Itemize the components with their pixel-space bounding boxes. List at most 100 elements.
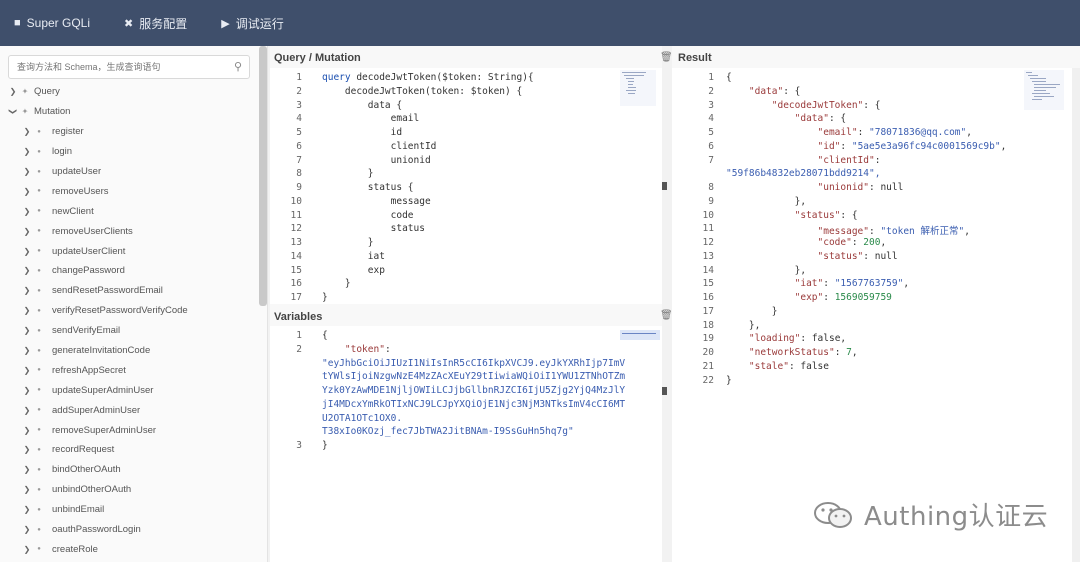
mutation-list: ❯ ● register ❯ ● login ❯ ● updateUser ❯ ● removeUse… xyxy=(0,122,258,560)
tree-item-updateUserClient[interactable]: ❯ ● updateUserClient xyxy=(0,241,258,261)
code-line: status xyxy=(322,223,425,235)
query-trash-icon[interactable]: 🗑 xyxy=(660,52,673,63)
tree-item-updateSuperAdminUser[interactable]: ❯ ● updateSuperAdminUser xyxy=(0,380,258,400)
tree-item-label: verifyResetPasswordVerifyCode xyxy=(52,305,188,317)
pane-divider-handle[interactable] xyxy=(662,387,667,395)
chevron-right-icon: ❯ xyxy=(23,485,31,495)
dot-icon: ● xyxy=(37,228,41,235)
pin-icon: ✦ xyxy=(21,87,29,97)
tree-item-createRole[interactable]: ❯ ● createRole xyxy=(0,539,258,559)
sidebar-scrollbar[interactable] xyxy=(259,46,267,306)
code-line: "id": "5ae5e3a96fc94c0001569c9b", xyxy=(817,140,1007,152)
nav-debug-run[interactable]: ▶ 调试运行 xyxy=(201,0,297,46)
code-line: } xyxy=(726,305,778,317)
line-number: 4 xyxy=(708,113,714,125)
result-pane: Result 1 2 3 4 5 6 7 8 9 10 11 12 13 14 15 16 17 18 19 20 21… xyxy=(672,46,1080,562)
line-number: 17 xyxy=(702,305,714,317)
dot-icon: ● xyxy=(37,267,41,274)
tree-item-bindOtherOAuth[interactable]: ❯ ● bindOtherOAuth xyxy=(0,460,258,480)
tree-item-generateInvitationCode[interactable]: ❯ ● generateInvitationCode xyxy=(0,341,258,361)
dot-icon: ● xyxy=(37,466,41,473)
tree-root-query[interactable]: ❯ ✦ Query xyxy=(0,82,258,102)
dot-icon: ● xyxy=(37,407,41,414)
code-line: "status": { xyxy=(794,209,858,221)
code-line: "exp": 1569059759 xyxy=(794,292,892,303)
line-number: 11 xyxy=(290,209,302,221)
variables-trash-icon[interactable]: 🗑 xyxy=(660,310,673,321)
tree-item-unbindEmail[interactable]: ❯ ● unbindEmail xyxy=(0,500,258,520)
dot-icon: ● xyxy=(37,248,41,255)
chevron-right-icon: ❯ xyxy=(23,525,31,535)
tree-item-unbindOtherOAuth[interactable]: ❯ ● unbindOtherOAuth xyxy=(0,480,258,500)
line-number: 1 xyxy=(296,72,302,83)
chevron-right-icon: ❯ xyxy=(23,306,31,316)
search-icon[interactable]: ⚲ xyxy=(234,60,242,73)
tree-item-register[interactable]: ❯ ● register xyxy=(0,122,258,142)
tree-item-recordRequest[interactable]: ❯ ● recordRequest xyxy=(0,440,258,460)
nav-super-gqli-label: Super GQLi xyxy=(26,16,91,30)
line-number: 2 xyxy=(296,85,302,97)
code-line: jI4MDcxYmRkOTIxNCJ9LCJpYXQiOjE1Njc3NjM3N… xyxy=(322,398,626,410)
line-number: 3 xyxy=(296,440,302,451)
tree-item-newClient[interactable]: ❯ ● newClient xyxy=(0,201,258,221)
tree-item-verifyResetPasswordVerifyCode[interactable]: ❯ ● verifyResetPasswordVerifyCode xyxy=(0,301,258,321)
query-code: 1 2 3 4 5 6 7 8 9 10 11 12 13 14 15 16 17 query decodeJwt… xyxy=(270,72,620,303)
chevron-right-icon: ❯ xyxy=(23,365,31,375)
code-line: tYWlsIjoiNzgwNzE4MzZAcXEuY29tIiwiaWQiOiI… xyxy=(322,371,626,383)
tree-item-label: removeUsers xyxy=(52,185,109,197)
line-number: 13 xyxy=(290,237,302,248)
line-number: 18 xyxy=(702,319,714,331)
chevron-right-icon: ❯ xyxy=(23,167,31,176)
pane-divider-handle[interactable] xyxy=(662,182,667,190)
line-number: 15 xyxy=(702,278,714,290)
tree-item-oauthPasswordLogin[interactable]: ❯ ● oauthPasswordLogin xyxy=(0,520,258,540)
code-line: "loading": false, xyxy=(748,333,847,345)
code-line: "data": { xyxy=(748,85,801,97)
dot-icon: ● xyxy=(37,188,41,195)
tree-item-login[interactable]: ❯ ● login xyxy=(0,142,258,162)
tree-item-label: sendResetPasswordEmail xyxy=(52,285,163,297)
line-number: 11 xyxy=(702,223,714,235)
code-line: status { xyxy=(322,182,414,193)
code-line: "data": { xyxy=(794,113,847,125)
schema-sidebar: ⚲ ❯ ✦ Query ❯ ✦ Mutation ❯ ● register ❯ ● log… xyxy=(0,46,268,562)
nav-super-gqli[interactable]: ■ Super GQLi xyxy=(0,0,104,46)
code-line: exp xyxy=(322,264,385,276)
tree-item-refreshAppSecret[interactable]: ❯ ● refreshAppSecret xyxy=(0,360,258,380)
schema-search-input[interactable] xyxy=(9,56,219,78)
tree-root-mutation[interactable]: ❯ ✦ Mutation xyxy=(0,102,258,122)
tree-item-label: updateSuperAdminUser xyxy=(52,384,154,396)
gamepad-icon: ■ xyxy=(14,17,21,29)
tree-item-changePassword[interactable]: ❯ ● changePassword xyxy=(0,261,258,281)
result-scrollbar[interactable] xyxy=(1072,68,1080,562)
code-line: } xyxy=(322,168,374,180)
tree-item-label: unbindOtherOAuth xyxy=(52,484,132,496)
result-viewer[interactable]: 1 2 3 4 5 6 7 8 9 10 11 12 13 14 15 16 17 18 19 20 21 22{ "da… xyxy=(672,68,1072,562)
query-editor[interactable]: 1 2 3 4 5 6 7 8 9 10 11 12 13 14 15 16 17 query decodeJwt… xyxy=(270,68,662,304)
tree-item-removeUsers[interactable]: ❯ ● removeUsers xyxy=(0,181,258,201)
code-line: "clientId": xyxy=(817,154,881,166)
dot-icon: ● xyxy=(37,168,41,175)
line-number: 17 xyxy=(290,292,302,303)
line-number: 4 xyxy=(296,113,302,125)
tree-item-label: oauthPasswordLogin xyxy=(52,524,141,536)
code-line: "email": "78071836@qq.com", xyxy=(817,127,972,138)
dot-icon: ● xyxy=(37,427,41,434)
variables-editor-pane: Variables 1 2 3 { "token": "eyJhbGciOiJIUzI1… xyxy=(270,304,662,562)
code-line: } xyxy=(726,374,732,386)
tree-item-removeUserClients[interactable]: ❯ ● removeUserClients xyxy=(0,221,258,241)
tree-item-sendResetPasswordEmail[interactable]: ❯ ● sendResetPasswordEmail xyxy=(0,281,258,301)
tree-item-addSuperAdminUser[interactable]: ❯ ● addSuperAdminUser xyxy=(0,400,258,420)
tree-item-updateUser[interactable]: ❯ ● updateUser xyxy=(0,162,258,182)
line-number: 16 xyxy=(702,292,714,303)
line-number: 19 xyxy=(702,333,714,345)
code-line: "stale": false xyxy=(748,360,829,372)
variables-editor[interactable]: 1 2 3 { "token": "eyJhbGciOiJIUzI1NiIsInR5cC… xyxy=(270,326,662,562)
tree-item-sendVerifyEmail[interactable]: ❯ ● sendVerifyEmail xyxy=(0,321,258,341)
tree-item-removeSuperAdminUser[interactable]: ❯ ● removeSuperAdminUser xyxy=(0,420,258,440)
line-number: 3 xyxy=(296,99,302,111)
nav-service-config[interactable]: ✖ 服务配置 xyxy=(104,0,201,46)
tree-item-label: bindOtherOAuth xyxy=(52,464,121,476)
code-line: { xyxy=(726,72,732,83)
line-number: 16 xyxy=(290,278,302,290)
